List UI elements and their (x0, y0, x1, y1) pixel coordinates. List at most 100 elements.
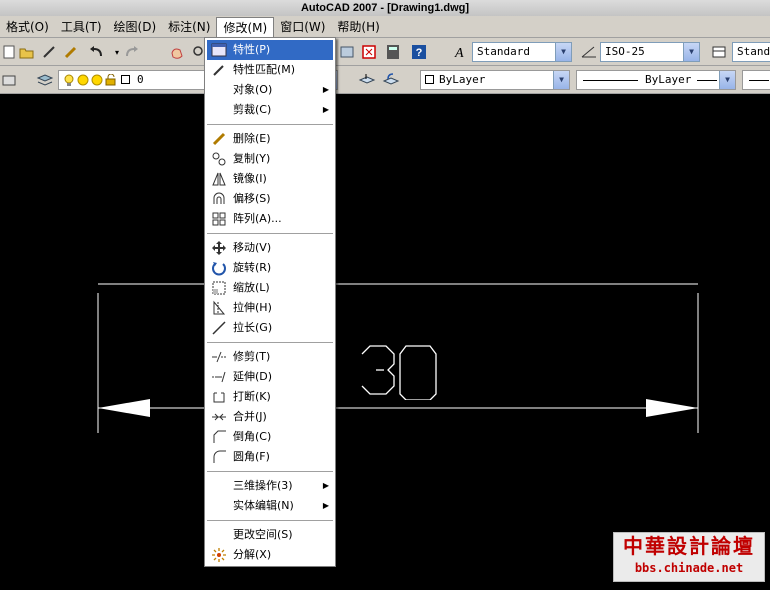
calculator-icon[interactable] (384, 43, 402, 61)
menu-item-extend[interactable]: 延伸(D) (207, 367, 333, 387)
menu-separator (207, 124, 333, 125)
menu-item-properties[interactable]: 特性(P) (207, 40, 333, 60)
chevron-down-icon[interactable]: ▼ (555, 43, 571, 61)
menu-item-offset[interactable]: 偏移(S) (207, 189, 333, 209)
menu-item-fillet[interactable]: 圆角(F) (207, 447, 333, 467)
forum-watermark: 中華設計論壇 bbs.chinade.net (613, 532, 765, 582)
menu-separator (207, 520, 333, 521)
text-style-icon[interactable]: A (452, 43, 470, 61)
scale-icon (211, 280, 227, 296)
menu-dimension[interactable]: 标注(N) (162, 17, 216, 37)
color-swatch-icon (121, 75, 130, 84)
menu-item-clip[interactable]: 剪裁(C) ▶ (207, 100, 333, 120)
menu-item-break[interactable]: 打断(K) (207, 387, 333, 407)
rotate-icon (211, 260, 227, 276)
array-icon (211, 211, 227, 227)
menu-item-join[interactable]: 合并(J) (207, 407, 333, 427)
color-control-select[interactable]: ByLayer ▼ (420, 70, 570, 90)
menu-item-stretch[interactable]: 拉伸(H) (207, 298, 333, 318)
brush-icon[interactable] (40, 43, 58, 61)
lock-icon (105, 73, 119, 89)
menu-item-array[interactable]: 阵列(A)... (207, 209, 333, 229)
window-title: AutoCAD 2007 - [Drawing1.dwg] (0, 0, 770, 16)
linetype-control-select[interactable]: ByLayer ▼ (576, 70, 736, 90)
match-properties-icon[interactable] (62, 43, 80, 61)
redo-icon[interactable] (122, 43, 140, 61)
sheet-set-icon[interactable] (338, 43, 356, 61)
menu-item-move[interactable]: 移动(V) (207, 238, 333, 258)
dim-style-icon[interactable] (580, 43, 598, 61)
undo-icon[interactable] (88, 43, 106, 61)
sun-icon (91, 74, 103, 89)
submenu-arrow-icon: ▶ (322, 105, 329, 114)
menu-help[interactable]: 帮助(H) (331, 17, 385, 37)
standard-toolbar: ▾ ? A Standard ▼ ISO-25 ▼ Standa (0, 38, 770, 66)
open-icon[interactable] (18, 43, 36, 61)
break-icon (211, 389, 227, 405)
menu-separator (207, 342, 333, 343)
linetype-sample (697, 80, 717, 81)
brush-icon (211, 62, 227, 78)
menu-item-solid-editing[interactable]: 实体编辑(N) ▶ (207, 496, 333, 516)
sun-icon (77, 74, 89, 89)
fillet-icon (211, 449, 227, 465)
layer-previous-icon[interactable] (382, 71, 400, 89)
menu-item-lengthen[interactable]: 拉长(G) (207, 318, 333, 338)
markup-icon[interactable] (360, 43, 378, 61)
chevron-down-icon[interactable]: ▼ (553, 71, 569, 89)
stretch-icon (211, 300, 227, 316)
dimension-arrow-right (646, 399, 698, 417)
mirror-icon (211, 171, 227, 187)
menu-tools[interactable]: 工具(T) (55, 17, 108, 37)
lineweight-control-select[interactable] (742, 70, 770, 90)
dim-style-select[interactable]: ISO-25 ▼ (600, 42, 700, 62)
layer-states-icon[interactable] (36, 71, 54, 89)
svg-text:A: A (454, 46, 464, 60)
menu-item-scale[interactable]: 缩放(L) (207, 278, 333, 298)
pan-icon[interactable] (168, 43, 186, 61)
color-swatch-icon (425, 75, 434, 84)
menu-item-erase[interactable]: 删除(E) (207, 129, 333, 149)
chevron-down-icon[interactable]: ▼ (719, 71, 735, 89)
layers-toolbar: 0 ▼ ByLayer ▼ ByLayer ▼ (0, 66, 770, 94)
lengthen-icon (211, 320, 227, 336)
lightbulb-icon (63, 73, 75, 89)
svg-text:?: ? (416, 47, 423, 59)
explode-icon (211, 547, 227, 563)
join-icon (211, 409, 227, 425)
dimension-text (361, 345, 437, 400)
text-style-select[interactable]: Standard ▼ (472, 42, 572, 62)
dimension-arrow-left (98, 399, 150, 417)
chevron-down-icon[interactable]: ▼ (683, 43, 699, 61)
menu-separator (207, 471, 333, 472)
menu-format[interactable]: 格式(O) (0, 17, 55, 37)
menu-item-match-properties[interactable]: 特性匹配(M) (207, 60, 333, 80)
submenu-arrow-icon: ▶ (322, 501, 329, 510)
properties-icon (211, 42, 227, 58)
menu-item-explode[interactable]: 分解(X) (207, 545, 333, 565)
menu-item-copy[interactable]: 复制(Y) (207, 149, 333, 169)
offset-icon (211, 191, 227, 207)
table-style-select[interactable]: Standa (732, 42, 770, 62)
new-icon[interactable] (0, 43, 18, 61)
menu-item-change-space[interactable]: 更改空间(S) (207, 525, 333, 545)
copy-icon (211, 151, 227, 167)
menu-window[interactable]: 窗口(W) (274, 17, 331, 37)
menu-item-object[interactable]: 对象(O) ▶ (207, 80, 333, 100)
menu-item-3d-operations[interactable]: 三维操作(3) ▶ (207, 476, 333, 496)
submenu-arrow-icon: ▶ (322, 85, 329, 94)
help-icon[interactable]: ? (410, 43, 428, 61)
menu-draw[interactable]: 绘图(D) (108, 17, 163, 37)
menu-item-rotate[interactable]: 旋转(R) (207, 258, 333, 278)
submenu-arrow-icon: ▶ (322, 481, 329, 490)
table-style-icon[interactable] (710, 43, 728, 61)
layer-manager-icon[interactable] (0, 71, 18, 89)
menu-modify[interactable]: 修改(M) (216, 16, 275, 37)
linetype-sample (749, 80, 769, 81)
make-current-layer-icon[interactable] (358, 71, 376, 89)
menu-item-chamfer[interactable]: 倒角(C) (207, 427, 333, 447)
chamfer-icon (211, 429, 227, 445)
drawing-canvas[interactable] (0, 95, 770, 590)
menu-item-mirror[interactable]: 镜像(I) (207, 169, 333, 189)
menu-item-trim[interactable]: 修剪(T) (207, 347, 333, 367)
